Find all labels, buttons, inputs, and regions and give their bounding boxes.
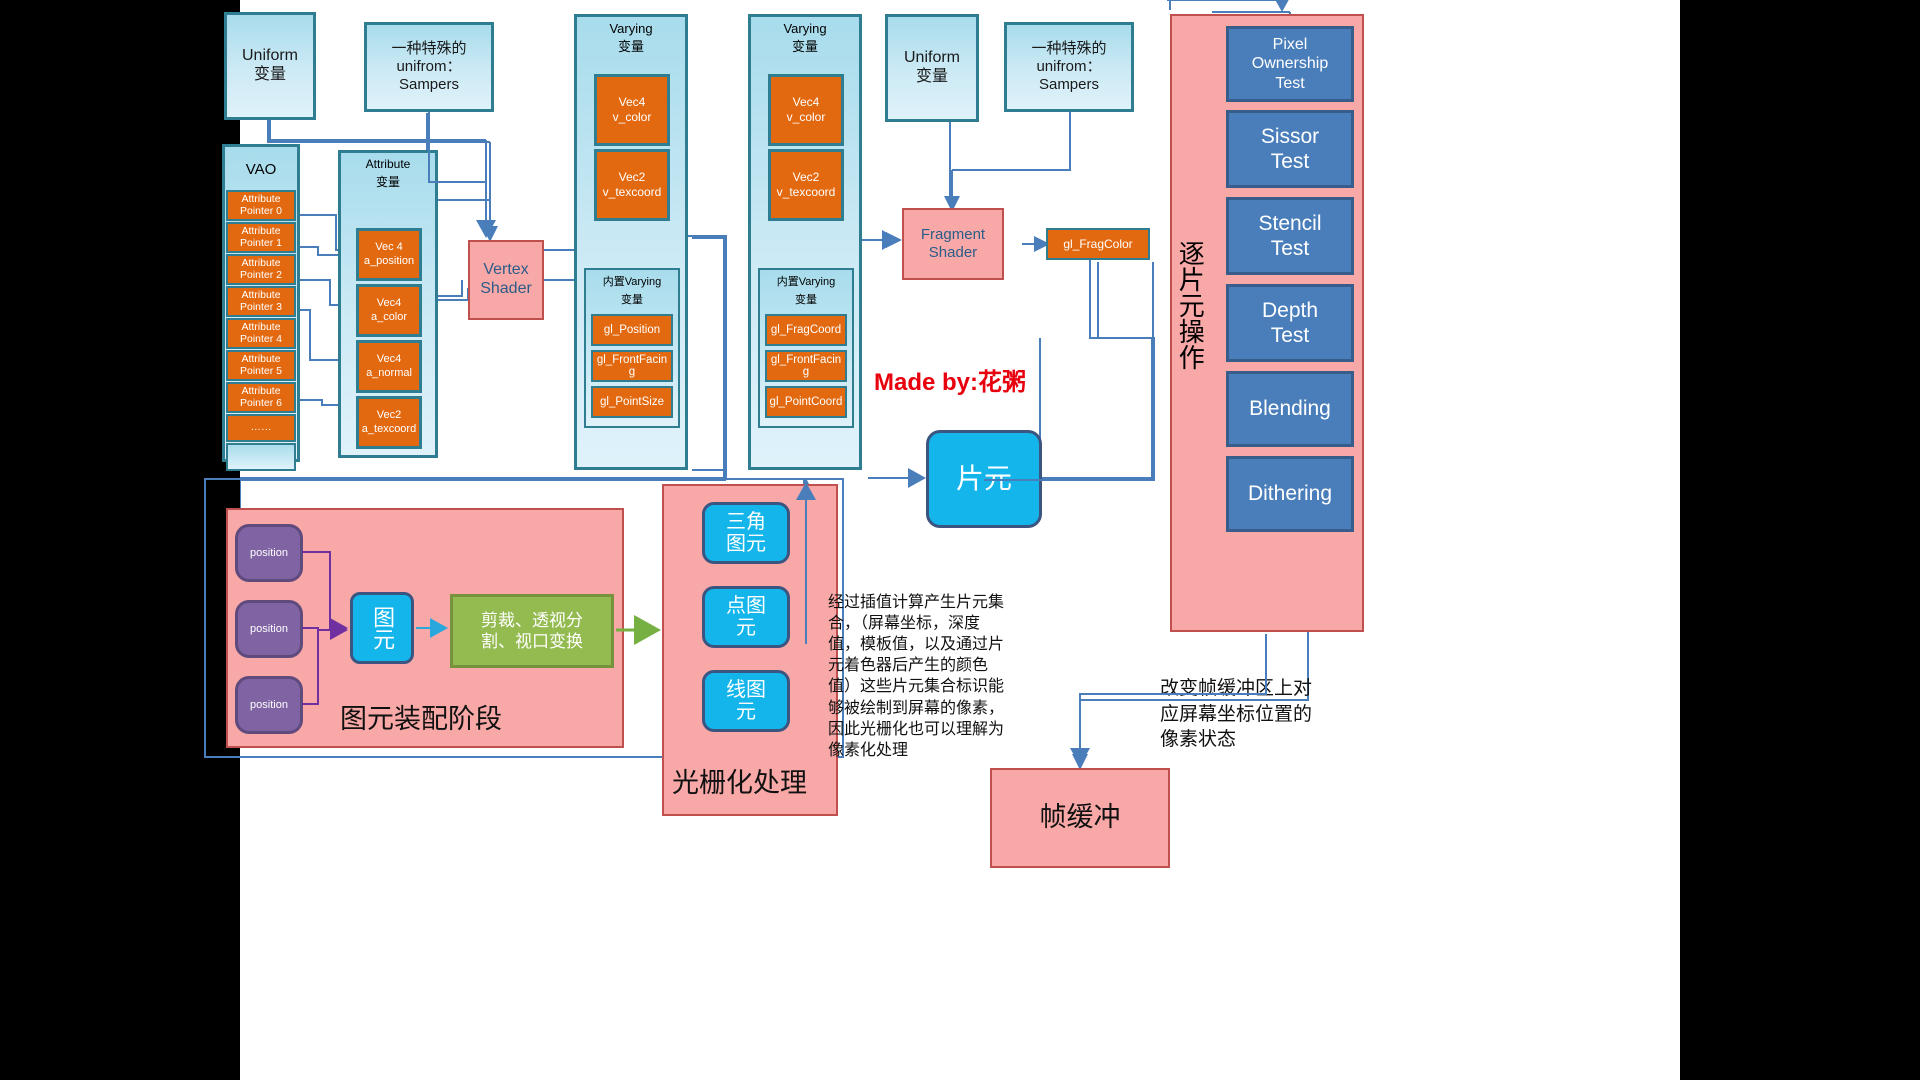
uniform-box-right: Uniform 变量 [885,14,979,122]
attribute-item: Vec 4 a_position [356,228,422,281]
vao-pointer-item: …… [226,414,296,442]
vertex-shader-label: Vertex Shader [480,261,532,297]
position-list: position position position [235,524,303,752]
vao-pointer-item: Attribute Pointer 5 [226,350,296,381]
per-fragment-test-list: Pixel Ownership Test Sissor Test Stencil T… [1226,26,1354,541]
sampler-left-label: 一种特殊的 unifrom： Sampers [391,40,467,93]
per-fragment-test: Sissor Test [1226,110,1354,188]
primitive-assembly-caption-label: 图元装配阶段 [340,704,502,734]
varying-right-title: Varying 变量 [750,20,860,56]
uniform-left-label: Uniform 变量 [241,47,298,83]
sampler-box-left: 一种特殊的 unifrom： Sampers [364,22,494,112]
vao-pointer-item: Attribute Pointer 6 [226,382,296,413]
raster-note-label: 经过插值计算产生片元集合，（屏幕坐标，深度值，模板值，以及通过片元着色器后产生的… [828,594,1005,759]
position-box: position [235,676,303,734]
framebuffer-note-label: 改变帧缓冲区上对应屏幕坐标位置的像素状态 [1160,678,1313,751]
varying-right-builtin-title-label: 内置Varying 变量 [776,276,836,306]
varying-right-builtin-items: gl_FragCoord gl_FrontFacing gl_PointCoord [765,314,847,422]
rasterization-item: 线图 元 [702,670,790,732]
vao-pointer-list: Attribute Pointer 0 Attribute Pointer 1 At… [226,190,296,471]
per-fragment-test: Depth Test [1226,284,1354,362]
rasterization-caption-label: 光栅化处理 [672,768,807,798]
vao-pointer-item: Attribute Pointer 0 [226,190,296,221]
diagram-canvas: Uniform 变量 一种特殊的 unifrom： Sampers VAO At… [204,0,1680,1080]
rasterization-caption: 光栅化处理 [672,766,807,800]
builtin-varying-item: gl_Position [591,314,673,346]
builtin-varying-item: gl_FrontFacing [765,350,847,382]
varying-right-builtin-title: 内置Varying 变量 [760,272,852,308]
vao-pointer-item: Attribute Pointer 1 [226,222,296,253]
varying-item: Vec2 v_texcoord [768,149,844,221]
builtin-varying-item: gl_PointSize [591,386,673,418]
attribute-item-list: Vec 4 a_position Vec4 a_color Vec4 a_norma… [356,228,422,452]
varying-left-builtin-items: gl_Position gl_FrontFacing gl_PointSize [591,314,673,422]
vertex-shader-box: Vertex Shader [468,240,544,320]
fragment-node-label: 片元 [955,463,1012,495]
vao-title: VAO [226,148,296,190]
gl-fragcolor-box: gl_FragColor [1046,228,1150,260]
vao-title-label: VAO [245,160,277,178]
attribute-block-title: Attribute 变量 [340,155,436,191]
attribute-item: Vec2 a_texcoord [356,396,422,449]
fragment-shader-label: Fragment Shader [920,226,986,261]
position-box: position [235,600,303,658]
varying-left-title-label: Varying 变量 [609,21,653,54]
framebuffer-note: 改变帧缓冲区上对应屏幕坐标位置的像素状态 [1160,676,1330,753]
varying-right-title-label: Varying 变量 [783,21,827,54]
builtin-varying-item: gl_PointCoord [765,386,847,418]
attribute-item: Vec4 a_color [356,284,422,337]
per-fragment-test: Blending [1226,371,1354,447]
uniform-box-left: Uniform 变量 [224,12,316,120]
vao-pointer-item: Attribute Pointer 2 [226,254,296,285]
builtin-varying-item: gl_FrontFacing [591,350,673,382]
builtin-varying-item: gl_FragCoord [765,314,847,346]
vao-footer [226,443,296,471]
per-fragment-label: 逐片元操作 [1175,240,1210,375]
varying-right-items: Vec4 v_color Vec2 v_texcoord [768,74,844,224]
per-fragment-test: Stencil Test [1226,197,1354,275]
vao-pointer-item: Attribute Pointer 4 [226,318,296,349]
credit-label: Made by:花粥 [874,369,1027,396]
varying-left-builtin-title: 内置Varying 变量 [586,272,678,308]
varying-left-builtin-title-label: 内置Varying 变量 [602,276,662,306]
per-fragment-test: Dithering [1226,456,1354,532]
primitive-label: 图元 [370,606,396,650]
rasterization-item: 三角 图元 [702,502,790,564]
per-fragment-test: Pixel Ownership Test [1226,26,1354,102]
gl-fragcolor-label: gl_FragColor [1063,236,1133,251]
position-box: position [235,524,303,582]
framebuffer-label: 帧缓冲 [1039,802,1121,833]
fragment-node-box: 片元 [926,430,1042,528]
raster-note: 经过插值计算产生片元集合，（屏幕坐标，深度值，模板值，以及通过片元着色器后产生的… [828,592,1006,761]
transform-label: 剪裁、透视分 割、视口变换 [481,610,583,651]
attribute-item: Vec4 a_normal [356,340,422,393]
credit-text: Made by:花粥 [874,362,1026,397]
vao-pointer-item: Attribute Pointer 3 [226,286,296,317]
varying-item: Vec4 v_color [768,74,844,146]
fragment-shader-box: Fragment Shader [902,208,1004,280]
varying-item: Vec4 v_color [594,74,670,146]
per-fragment-label-text: 逐片元操作 [1175,240,1206,370]
sampler-right-label: 一种特殊的 unifrom： Sampers [1031,40,1107,93]
attribute-block-title-label: Attribute 变量 [365,157,411,189]
uniform-right-label: Uniform 变量 [903,49,960,85]
framebuffer-box: 帧缓冲 [990,768,1170,868]
varying-left-items: Vec4 v_color Vec2 v_texcoord [594,74,670,224]
varying-left-title: Varying 变量 [576,20,686,56]
transform-box: 剪裁、透视分 割、视口变换 [450,594,614,668]
rasterization-item-list: 三角 图元点图 元线图 元 [702,502,790,754]
primitive-assembly-caption: 图元装配阶段 [340,702,502,736]
primitive-box: 图元 [350,592,414,664]
rasterization-item: 点图 元 [702,586,790,648]
varying-item: Vec2 v_texcoord [594,149,670,221]
sampler-box-right: 一种特殊的 unifrom： Sampers [1004,22,1134,112]
diagram-root: Uniform 变量 一种特殊的 unifrom： Sampers VAO At… [0,0,1920,1080]
